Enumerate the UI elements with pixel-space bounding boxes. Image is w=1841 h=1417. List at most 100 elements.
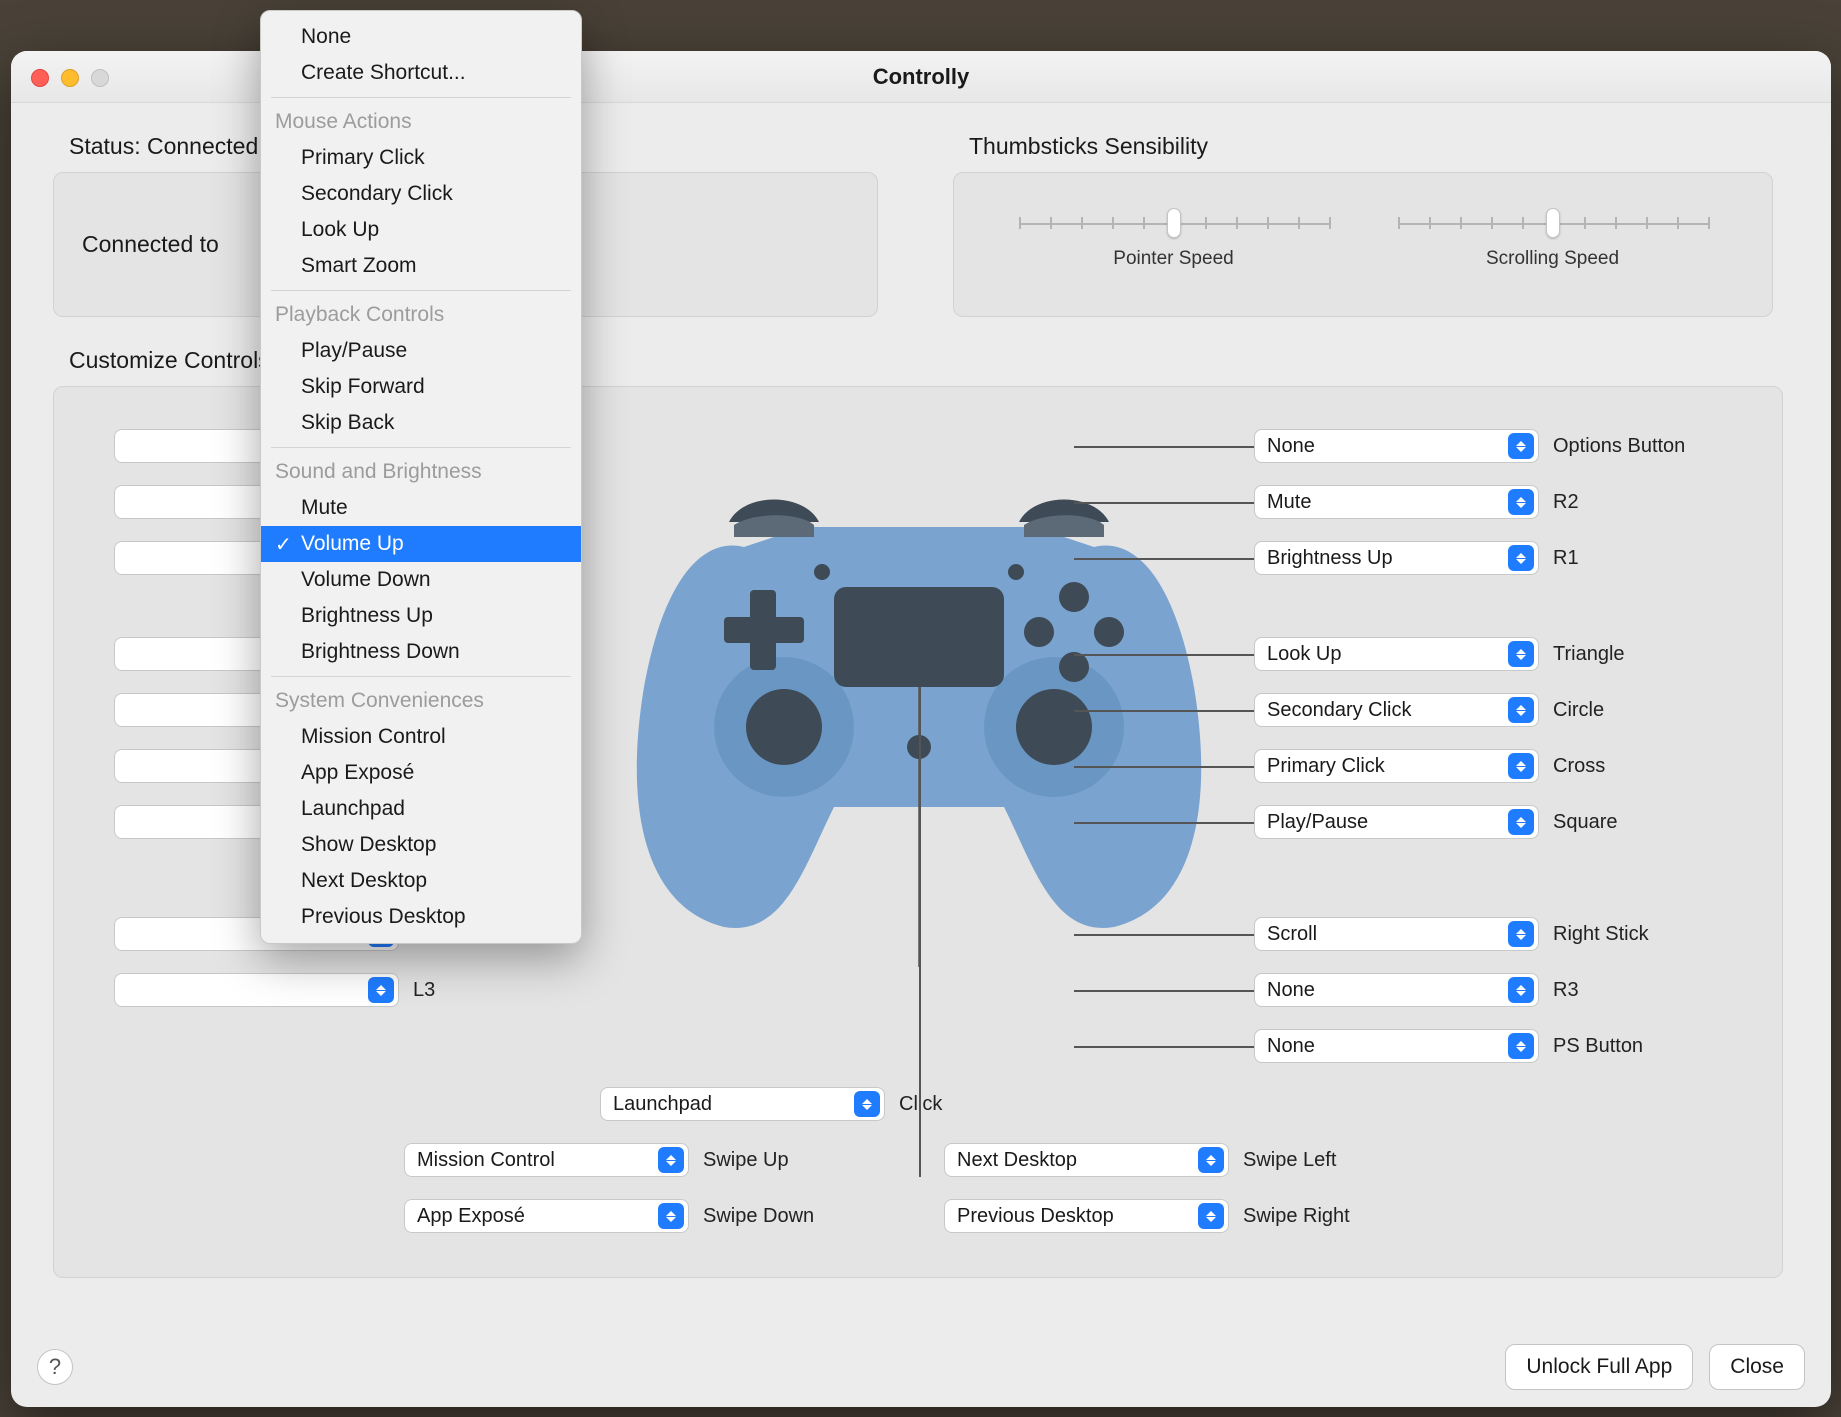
- popup-item[interactable]: Show Desktop: [261, 827, 581, 863]
- unlock-full-app-button[interactable]: Unlock Full App: [1505, 1344, 1693, 1390]
- popup-item[interactable]: Brightness Up: [261, 598, 581, 634]
- mapping-label: Swipe Left: [1243, 1149, 1336, 1172]
- select-value: Next Desktop: [957, 1149, 1077, 1172]
- mapping-select-options-button[interactable]: None: [1254, 429, 1539, 463]
- chevrons-icon: [1508, 809, 1534, 835]
- select-value: Secondary Click: [1267, 699, 1412, 722]
- pointer-speed-label: Pointer Speed: [1113, 248, 1233, 270]
- popup-item[interactable]: Skip Back: [261, 405, 581, 441]
- chevrons-icon: [1508, 1033, 1534, 1059]
- mapping-label: Square: [1553, 811, 1618, 834]
- select-value: Scroll: [1267, 923, 1317, 946]
- mapping-label: Click: [899, 1093, 942, 1116]
- popup-item[interactable]: Create Shortcut...: [261, 55, 581, 91]
- mapping-label: Cross: [1553, 755, 1605, 778]
- select-value: Play/Pause: [1267, 811, 1368, 834]
- select-value: None: [1267, 1035, 1315, 1058]
- mapping-label: R3: [1553, 979, 1579, 1002]
- chevrons-icon: [1508, 545, 1534, 571]
- popup-separator: [271, 290, 571, 291]
- select-value: Look Up: [1267, 643, 1342, 666]
- close-button[interactable]: Close: [1709, 1344, 1805, 1390]
- chevrons-icon: [658, 1147, 684, 1173]
- chevrons-icon: [1508, 489, 1534, 515]
- popup-item[interactable]: None: [261, 19, 581, 55]
- touchpad-select-click[interactable]: Launchpad: [600, 1087, 885, 1121]
- zoom-window-button[interactable]: [91, 69, 109, 87]
- popup-item[interactable]: Volume Down: [261, 562, 581, 598]
- mapping-select-r3[interactable]: None: [1254, 973, 1539, 1007]
- chevrons-icon: [1198, 1203, 1224, 1229]
- chevrons-icon: [658, 1203, 684, 1229]
- chevrons-icon: [1508, 977, 1534, 1003]
- popup-item[interactable]: Skip Forward: [261, 369, 581, 405]
- select-value: None: [1267, 435, 1315, 458]
- bottom-bar: ? Unlock Full App Close: [11, 1327, 1831, 1407]
- chevrons-icon: [368, 977, 394, 1003]
- select-value: Launchpad: [613, 1093, 712, 1116]
- mapping-select-l3[interactable]: [114, 973, 399, 1007]
- minimize-window-button[interactable]: [61, 69, 79, 87]
- mapping-label: R1: [1553, 547, 1579, 570]
- mapping-select-right-stick[interactable]: Scroll: [1254, 917, 1539, 951]
- popup-item[interactable]: Mission Control: [261, 719, 581, 755]
- window-title: Controlly: [873, 64, 970, 90]
- popup-item[interactable]: Look Up: [261, 212, 581, 248]
- mapping-select-square[interactable]: Play/Pause: [1254, 805, 1539, 839]
- mapping-select-circle[interactable]: Secondary Click: [1254, 693, 1539, 727]
- popup-heading: System Conveniences: [261, 683, 581, 719]
- popup-separator: [271, 676, 571, 677]
- popup-heading: Sound and Brightness: [261, 454, 581, 490]
- mapping-select-r2[interactable]: Mute: [1254, 485, 1539, 519]
- mapping-label: L3: [413, 979, 435, 1002]
- select-value: Mute: [1267, 491, 1311, 514]
- mapping-label: Circle: [1553, 699, 1604, 722]
- mapping-label: R2: [1553, 491, 1579, 514]
- mapping-select-ps-button[interactable]: None: [1254, 1029, 1539, 1063]
- popup-separator: [271, 447, 571, 448]
- mapping-label: Triangle: [1553, 643, 1625, 666]
- chevrons-icon: [1508, 753, 1534, 779]
- popup-item[interactable]: Brightness Down: [261, 634, 581, 670]
- scrolling-speed-label: Scrolling Speed: [1486, 248, 1619, 270]
- touchpad-select-swipe-up[interactable]: Mission Control: [404, 1143, 689, 1177]
- popup-item[interactable]: Previous Desktop: [261, 899, 581, 935]
- connected-to-label: Connected to: [82, 231, 219, 258]
- mapping-select-triangle[interactable]: Look Up: [1254, 637, 1539, 671]
- select-value: Primary Click: [1267, 755, 1385, 778]
- window-controls: [31, 69, 109, 87]
- chevrons-icon: [1508, 433, 1534, 459]
- select-value: Previous Desktop: [957, 1205, 1114, 1228]
- action-popup-menu[interactable]: NoneCreate Shortcut... Mouse ActionsPrima…: [260, 10, 582, 944]
- chevrons-icon: [1198, 1147, 1224, 1173]
- mapping-label: Swipe Down: [703, 1205, 814, 1228]
- chevrons-icon: [1508, 641, 1534, 667]
- select-value: Brightness Up: [1267, 547, 1393, 570]
- mapping-label: Right Stick: [1553, 923, 1649, 946]
- thumbsticks-title: Thumbsticks Sensibility: [969, 133, 1803, 160]
- close-window-button[interactable]: [31, 69, 49, 87]
- popup-heading: Mouse Actions: [261, 104, 581, 140]
- popup-item[interactable]: Volume Up: [261, 526, 581, 562]
- chevrons-icon: [1508, 697, 1534, 723]
- popup-item[interactable]: App Exposé: [261, 755, 581, 791]
- help-button[interactable]: ?: [37, 1349, 73, 1385]
- mapping-label: Options Button: [1553, 435, 1685, 458]
- popup-item[interactable]: Play/Pause: [261, 333, 581, 369]
- scrolling-speed-slider[interactable]: [1398, 220, 1708, 228]
- mapping-select-cross[interactable]: Primary Click: [1254, 749, 1539, 783]
- mapping-select-r1[interactable]: Brightness Up: [1254, 541, 1539, 575]
- popup-item[interactable]: Secondary Click: [261, 176, 581, 212]
- popup-item[interactable]: Primary Click: [261, 140, 581, 176]
- pointer-speed-slider[interactable]: [1019, 220, 1329, 228]
- popup-item[interactable]: Launchpad: [261, 791, 581, 827]
- touchpad-select-swipe-right[interactable]: Previous Desktop: [944, 1199, 1229, 1233]
- popup-separator: [271, 97, 571, 98]
- touchpad-select-swipe-down[interactable]: App Exposé: [404, 1199, 689, 1233]
- select-value: App Exposé: [417, 1205, 525, 1228]
- popup-item[interactable]: Next Desktop: [261, 863, 581, 899]
- popup-item[interactable]: Mute: [261, 490, 581, 526]
- touchpad-select-swipe-left[interactable]: Next Desktop: [944, 1143, 1229, 1177]
- thumbsticks-box: Pointer Speed Scrolling Speed: [953, 172, 1773, 317]
- popup-item[interactable]: Smart Zoom: [261, 248, 581, 284]
